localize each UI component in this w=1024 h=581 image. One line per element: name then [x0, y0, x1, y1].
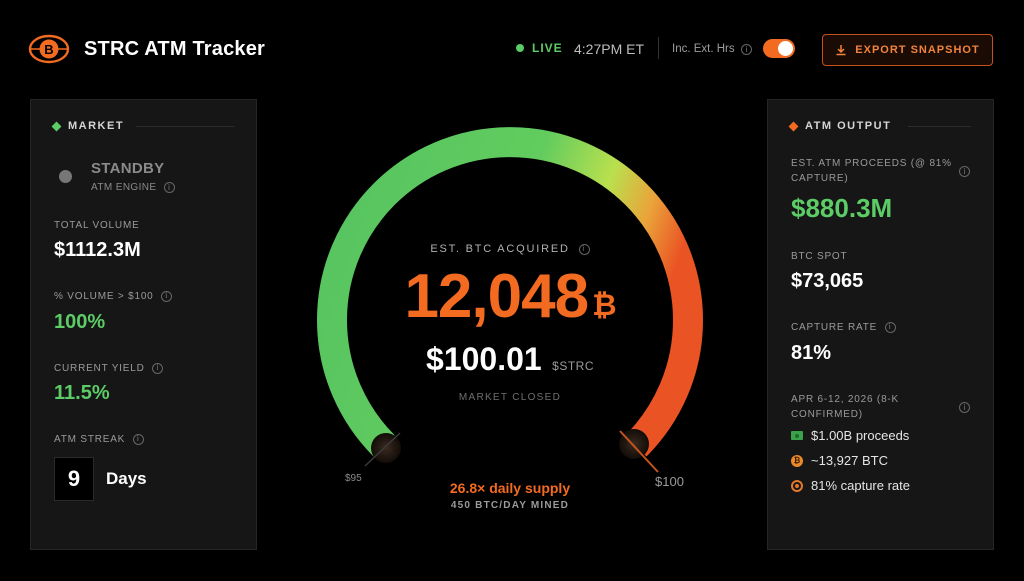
- diamond-icon: [788, 121, 799, 131]
- market-panel-title: MARKET: [68, 120, 125, 132]
- total-volume-value: $1112.3M: [54, 239, 141, 261]
- panel-divider: [136, 126, 234, 127]
- logo-icon: B: [28, 34, 70, 64]
- pct-volume-label-text: % VOLUME > $100: [54, 291, 154, 302]
- engine-status-dot-icon: [59, 170, 72, 183]
- atm-output-title: ATM OUTPUT: [805, 120, 892, 132]
- gauge-start-knob: [371, 433, 401, 463]
- streak-counter: 9: [54, 457, 94, 501]
- pct-volume-value: 100%: [54, 311, 106, 333]
- week-proceeds-text: $1.00B proceeds: [811, 428, 910, 443]
- btc-acquired-number: 12,048: [404, 262, 589, 331]
- toggle-knob: [778, 41, 793, 56]
- btc-spot-value: $73,065: [791, 270, 864, 292]
- download-icon: [836, 45, 846, 56]
- pct-volume-label: % VOLUME > $100 i: [54, 290, 173, 305]
- header: B STRC ATM Tracker LIVE 4:27PM ET Inc. E…: [0, 0, 1024, 100]
- live-indicator: LIVE: [516, 41, 563, 55]
- info-icon[interactable]: i: [884, 321, 896, 333]
- est-btc-label-text: EST. BTC ACQUIRED: [430, 243, 570, 255]
- info-icon[interactable]: i: [959, 166, 970, 177]
- streak-label: ATM STREAK i: [54, 433, 144, 448]
- engine-label: ATM ENGINE i: [91, 182, 175, 193]
- week-capture-text: 81% capture rate: [811, 478, 911, 493]
- export-label: EXPORT SNAPSHOT: [855, 44, 980, 56]
- clock: 4:27PM ET: [574, 41, 645, 57]
- capture-rate-label: CAPTURE RATE i: [791, 321, 896, 336]
- header-divider: [658, 37, 659, 59]
- market-panel: MARKET STANDBY ATM ENGINE i TOTAL VOLUME…: [30, 99, 257, 550]
- btc-mined-per-day: 450 BTC/DAY MINED: [450, 500, 570, 511]
- ext-hours-label: Inc. Ext. Hrs: [672, 43, 735, 55]
- live-label: LIVE: [532, 41, 563, 55]
- streak-label-text: ATM STREAK: [54, 434, 126, 445]
- market-state: MARKET CLOSED: [458, 392, 562, 403]
- atm-output-panel: ATM OUTPUT EST. ATM PROCEEDS (@ 81% CAPT…: [767, 99, 994, 550]
- bitcoin-icon: ₿: [592, 289, 616, 322]
- market-panel-header: MARKET: [51, 120, 125, 132]
- week-btc-item: ₿ ~13,927 BTC: [791, 453, 888, 468]
- week-btc-text: ~13,927 BTC: [811, 453, 888, 468]
- est-btc-label: EST. BTC ACQUIRED i: [300, 243, 720, 255]
- info-icon[interactable]: i: [152, 362, 164, 374]
- info-icon[interactable]: i: [161, 290, 173, 302]
- price-row: $100.01 $STRC: [300, 341, 720, 378]
- engine-status: STANDBY: [91, 160, 165, 177]
- panel-divider: [908, 126, 971, 127]
- strc-ticker: $STRC: [552, 359, 594, 373]
- yield-value: 11.5%: [54, 382, 110, 404]
- proceeds-label: EST. ATM PROCEEDS (@ 81% CAPTURE): [791, 158, 952, 184]
- svg-text:B: B: [44, 42, 53, 57]
- week-label: APR 6-12, 2026 (8-K CONFIRMED): [791, 394, 900, 420]
- info-icon[interactable]: i: [163, 182, 175, 193]
- atm-output-header: ATM OUTPUT: [788, 120, 892, 132]
- btc-acquired-value: 12,048 ₿: [300, 262, 720, 341]
- daily-supply-multiple: 26.8× daily supply: [449, 480, 571, 496]
- target-icon: [791, 479, 803, 492]
- proceeds-value: $880.3M: [791, 193, 893, 223]
- capture-rate-label-text: CAPTURE RATE: [791, 322, 878, 333]
- info-icon[interactable]: i: [741, 44, 752, 55]
- engine-label-text: ATM ENGINE: [91, 182, 157, 194]
- export-snapshot-button[interactable]: EXPORT SNAPSHOT: [822, 34, 993, 66]
- app-title: STRC ATM Tracker: [84, 38, 266, 60]
- info-icon[interactable]: i: [132, 433, 144, 445]
- info-icon[interactable]: i: [578, 243, 590, 255]
- cash-icon: [791, 431, 803, 440]
- strc-price: $100.01: [426, 341, 542, 377]
- bitcoin-icon: ₿: [791, 454, 803, 467]
- yield-label: CURRENT YIELD i: [54, 362, 164, 377]
- ext-hours-toggle[interactable]: [763, 39, 795, 58]
- week-capture-item: 81% capture rate: [791, 478, 910, 493]
- btc-spot-label: BTC SPOT: [791, 251, 848, 262]
- streak-unit: Days: [106, 469, 147, 488]
- total-volume-label: TOTAL VOLUME: [54, 220, 140, 231]
- capture-rate-value: 81%: [791, 342, 832, 364]
- info-icon[interactable]: i: [959, 402, 970, 413]
- live-dot-icon: [516, 44, 524, 52]
- yield-label-text: CURRENT YIELD: [54, 363, 145, 374]
- diamond-icon: [51, 121, 62, 131]
- week-proceeds-item: $1.00B proceeds: [791, 428, 909, 443]
